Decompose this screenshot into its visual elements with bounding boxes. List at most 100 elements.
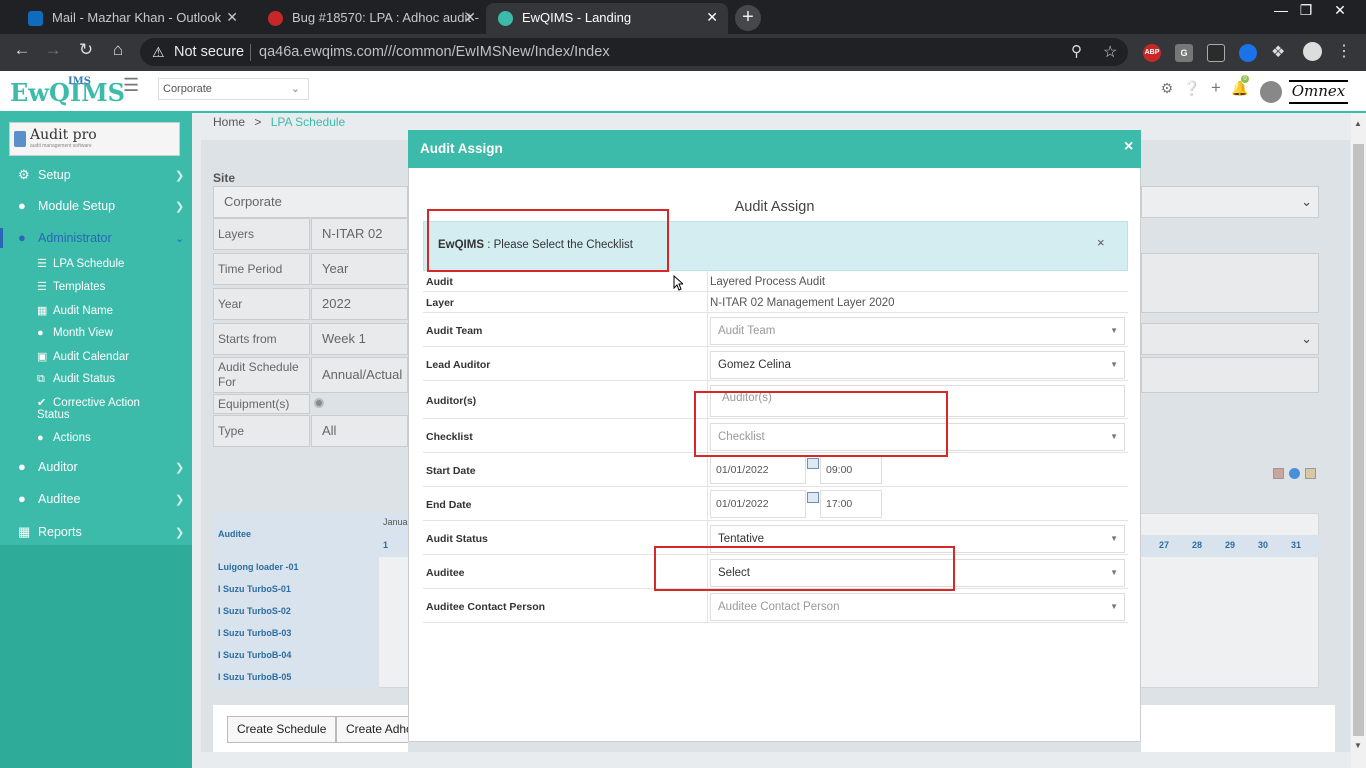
export-icon[interactable] bbox=[1305, 468, 1316, 479]
time-period-field[interactable]: Year bbox=[311, 253, 408, 285]
hamburger-menu-icon[interactable]: ☰ bbox=[123, 75, 139, 96]
tab-outlook[interactable]: Mail - Mazhar Khan - Outlook ✕ bbox=[8, 3, 248, 34]
audit-schedule-field[interactable]: Annual/Actual bbox=[311, 357, 408, 393]
sidebar-item-setup[interactable]: ⚙ Setup bbox=[18, 167, 71, 183]
lead-auditor-value: Gomez Celina bbox=[718, 359, 791, 371]
adblock-icon[interactable]: ABP bbox=[1143, 44, 1161, 62]
scroll-up-icon[interactable]: ▲ bbox=[1354, 119, 1362, 128]
outlook-icon bbox=[28, 11, 43, 26]
sidebar-item-auditor[interactable]: ● Auditor bbox=[18, 459, 78, 474]
audit-status-value: Tentative bbox=[718, 533, 765, 545]
auditee-contact-select[interactable]: Auditee Contact Person ▼ bbox=[710, 593, 1125, 621]
reload-icon[interactable]: ↻ bbox=[75, 40, 97, 60]
sidebar-subitem-month-view[interactable]: ● Month View bbox=[37, 327, 113, 339]
lead-auditor-label: Lead Auditor bbox=[426, 359, 491, 371]
alert-close-icon[interactable]: × bbox=[1097, 235, 1105, 250]
zoom-icon[interactable]: ⚲ bbox=[1071, 42, 1082, 60]
sidebar-item-auditee[interactable]: ● Auditee bbox=[18, 491, 80, 506]
chevron-right-icon: ❯ bbox=[175, 494, 185, 506]
equipment-label: Equipment(s) bbox=[213, 394, 310, 414]
table-row[interactable]: I Suzu TurboS-02 bbox=[218, 606, 291, 616]
sidebar-subitem-corrective-action[interactable]: ✔ Corrective Action Status bbox=[37, 396, 140, 421]
forward-icon[interactable]: → bbox=[42, 40, 64, 60]
restore-button[interactable]: ❐ bbox=[1291, 2, 1321, 19]
browser-menu-icon[interactable]: ⋮ bbox=[1336, 41, 1352, 61]
equipment-radio[interactable] bbox=[314, 398, 324, 408]
profile-avatar-icon[interactable] bbox=[1303, 42, 1322, 61]
calendar-icon[interactable] bbox=[807, 458, 819, 469]
sidebar-subitem-actions[interactable]: ● Actions bbox=[37, 432, 91, 444]
label-line1: Audit Schedule bbox=[218, 360, 299, 374]
sidebar-item-reports[interactable]: ▦ Reports bbox=[18, 524, 82, 540]
sidebar-subitem-templates[interactable]: ☰ Templates bbox=[37, 280, 105, 293]
table-row[interactable]: I Suzu TurboB-05 bbox=[218, 672, 291, 682]
calendar-icon: ▦ bbox=[37, 305, 48, 317]
tab-bug[interactable]: Bug #18570: LPA : Adhoc audit - ✕ bbox=[248, 3, 486, 34]
starts-from-field-right[interactable]: ⌄ bbox=[1141, 323, 1319, 355]
year-field[interactable]: 2022 bbox=[311, 288, 408, 320]
url-text[interactable]: qa46a.ewqims.com///common/EwIMSNew/Index… bbox=[259, 44, 610, 60]
settings-gear-icon[interactable]: ⚙ bbox=[1158, 80, 1176, 97]
scrollbar-thumb[interactable] bbox=[1353, 144, 1364, 736]
new-tab-button[interactable]: + bbox=[735, 5, 761, 31]
tab-ewqims[interactable]: EwQIMS - Landing ✕ bbox=[486, 3, 728, 34]
sidebar-subitem-audit-status[interactable]: ⧉ Audit Status bbox=[37, 373, 115, 386]
warning-icon[interactable]: ⚠ bbox=[152, 44, 165, 61]
browser-extension-icon[interactable] bbox=[1239, 44, 1257, 62]
subitem-label: Audit Status bbox=[53, 373, 116, 385]
type-field[interactable]: All bbox=[311, 415, 408, 447]
home-icon[interactable]: ⌂ bbox=[107, 40, 129, 60]
user-cog-icon: ● bbox=[18, 230, 26, 245]
site-field-right[interactable]: ⌄ bbox=[1141, 186, 1319, 218]
calendar-view-icon[interactable] bbox=[1273, 468, 1284, 479]
help-icon[interactable]: ❔ bbox=[1183, 80, 1201, 97]
sidebar-item-label: Reports bbox=[38, 525, 82, 539]
starts-from-field[interactable]: Week 1 bbox=[311, 323, 408, 355]
globe-icon[interactable] bbox=[1289, 468, 1300, 479]
audit-status-label: Audit Status bbox=[426, 533, 488, 545]
scroll-down-icon[interactable]: ▼ bbox=[1354, 741, 1362, 750]
sidebar-subitem-audit-calendar[interactable]: ▣ Audit Calendar bbox=[37, 350, 129, 363]
lead-auditor-select[interactable]: Gomez Celina ▼ bbox=[710, 351, 1125, 379]
table-row[interactable]: I Suzu TurboS-01 bbox=[218, 584, 291, 594]
bookmark-star-icon[interactable]: ☆ bbox=[1103, 42, 1117, 62]
extensions-puzzle-icon[interactable]: ❖ bbox=[1271, 42, 1285, 62]
audit-team-select[interactable]: Audit Team ▼ bbox=[710, 317, 1125, 345]
grid-day: 29 bbox=[1225, 540, 1236, 550]
pdf-extension-icon[interactable] bbox=[1207, 44, 1225, 62]
user-avatar[interactable] bbox=[1260, 81, 1282, 103]
sidebar-subitem-lpa-schedule[interactable]: ☰ LPA Schedule bbox=[37, 257, 124, 270]
close-icon[interactable]: ✕ bbox=[464, 3, 476, 32]
close-icon[interactable]: ✕ bbox=[226, 3, 238, 32]
end-date-input[interactable]: 01/01/2022 bbox=[710, 490, 806, 518]
end-time-input[interactable]: 17:00 bbox=[820, 490, 882, 518]
start-date-input[interactable]: 01/01/2022 bbox=[710, 456, 806, 484]
breadcrumb-home[interactable]: Home bbox=[213, 115, 245, 129]
table-row[interactable]: I Suzu TurboB-03 bbox=[218, 628, 291, 638]
table-row[interactable]: Luigong loader -01 bbox=[218, 562, 299, 572]
chevron-down-icon: ⌄ bbox=[1301, 331, 1312, 346]
back-icon[interactable]: ← bbox=[11, 40, 33, 60]
table-row[interactable]: I Suzu TurboB-04 bbox=[218, 650, 291, 660]
close-window-button[interactable]: ✕ bbox=[1325, 2, 1355, 19]
ewqims-logo[interactable]: EwQIMS IMS bbox=[10, 76, 125, 107]
caret-down-icon: ▼ bbox=[1110, 602, 1118, 611]
close-icon[interactable]: ✕ bbox=[706, 3, 718, 32]
sidebar-item-module-setup[interactable]: ● Module Setup bbox=[18, 198, 115, 213]
create-adhoc-button[interactable]: Create Adhoc bbox=[336, 716, 408, 743]
site-field[interactable]: Corporate bbox=[213, 186, 408, 218]
modal-close-icon[interactable]: × bbox=[1124, 138, 1133, 156]
not-secure-label[interactable]: Not secure bbox=[174, 44, 244, 60]
sidebar-item-administrator[interactable]: ● Administrator bbox=[18, 230, 112, 245]
auditee-contact-placeholder: Auditee Contact Person bbox=[718, 601, 840, 613]
site-select[interactable]: Corporate ⌄ bbox=[158, 78, 309, 100]
add-icon[interactable]: + bbox=[1207, 78, 1225, 98]
start-time-input[interactable]: 09:00 bbox=[820, 456, 882, 484]
sidebar-subitem-audit-name[interactable]: ▦ Audit Name bbox=[37, 304, 113, 317]
calendar-icon[interactable] bbox=[807, 492, 819, 503]
create-schedule-button[interactable]: Create Schedule bbox=[227, 716, 337, 743]
grammar-extension-icon[interactable]: G bbox=[1175, 44, 1193, 62]
caret-down-icon: ▼ bbox=[1110, 326, 1118, 335]
active-indicator bbox=[0, 228, 3, 248]
layers-field[interactable]: N-ITAR 02 Man bbox=[311, 218, 408, 271]
